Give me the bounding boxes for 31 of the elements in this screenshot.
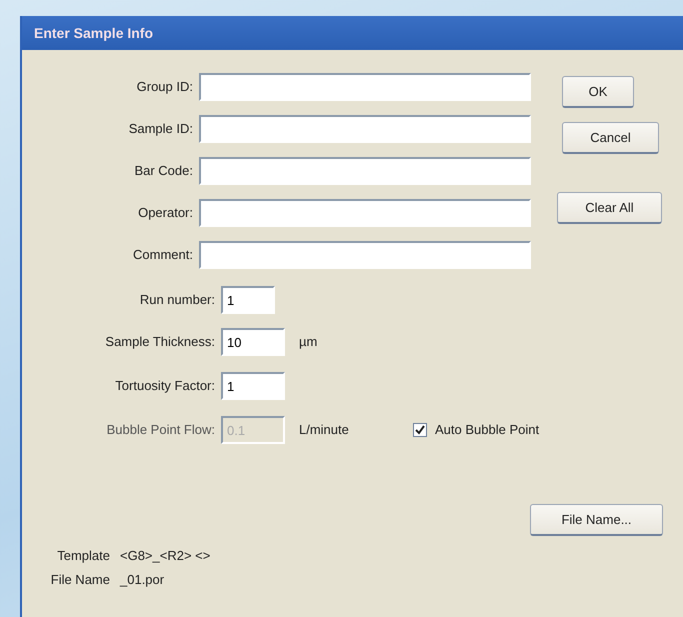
input-field[interactable] bbox=[199, 241, 531, 269]
unit-label: L/minute bbox=[299, 421, 350, 440]
info-label: File Name bbox=[50, 571, 111, 589]
field-label: Comment: bbox=[132, 246, 194, 264]
dialog-button[interactable]: OK bbox=[562, 76, 634, 108]
field-label: Bubble Point Flow: bbox=[106, 421, 216, 440]
input-field[interactable]: 1 bbox=[221, 286, 275, 314]
unit-label: µm bbox=[299, 333, 318, 352]
input-field[interactable] bbox=[199, 115, 531, 143]
checkbox-label: Auto Bubble Point bbox=[435, 421, 540, 440]
input-field[interactable] bbox=[199, 157, 531, 185]
info-value: <G8>_<R2> <> bbox=[120, 547, 210, 565]
field-label: Run number: bbox=[138, 291, 216, 310]
info-label: Template bbox=[56, 547, 111, 565]
field-label: Group ID: bbox=[136, 78, 194, 96]
input-field[interactable]: 10 bbox=[221, 328, 285, 356]
field-label: Tortuosity Factor: bbox=[114, 377, 216, 396]
input-field[interactable]: 1 bbox=[221, 372, 285, 400]
dialog-button[interactable]: Cancel bbox=[562, 122, 659, 154]
file-name-button[interactable]: File Name... bbox=[530, 504, 663, 536]
input-field[interactable] bbox=[199, 199, 531, 227]
field-label: Sample Thickness: bbox=[104, 333, 216, 352]
check-icon bbox=[415, 425, 425, 435]
input-field[interactable] bbox=[199, 73, 531, 101]
field-label: Sample ID: bbox=[128, 120, 194, 138]
dialog-button[interactable]: Clear All bbox=[557, 192, 662, 224]
window-title: Enter Sample Info bbox=[22, 16, 683, 50]
field-label: Operator: bbox=[137, 204, 194, 222]
checkbox[interactable] bbox=[413, 423, 427, 437]
info-value: _01.por bbox=[120, 571, 164, 589]
field-label: Bar Code: bbox=[133, 162, 194, 180]
